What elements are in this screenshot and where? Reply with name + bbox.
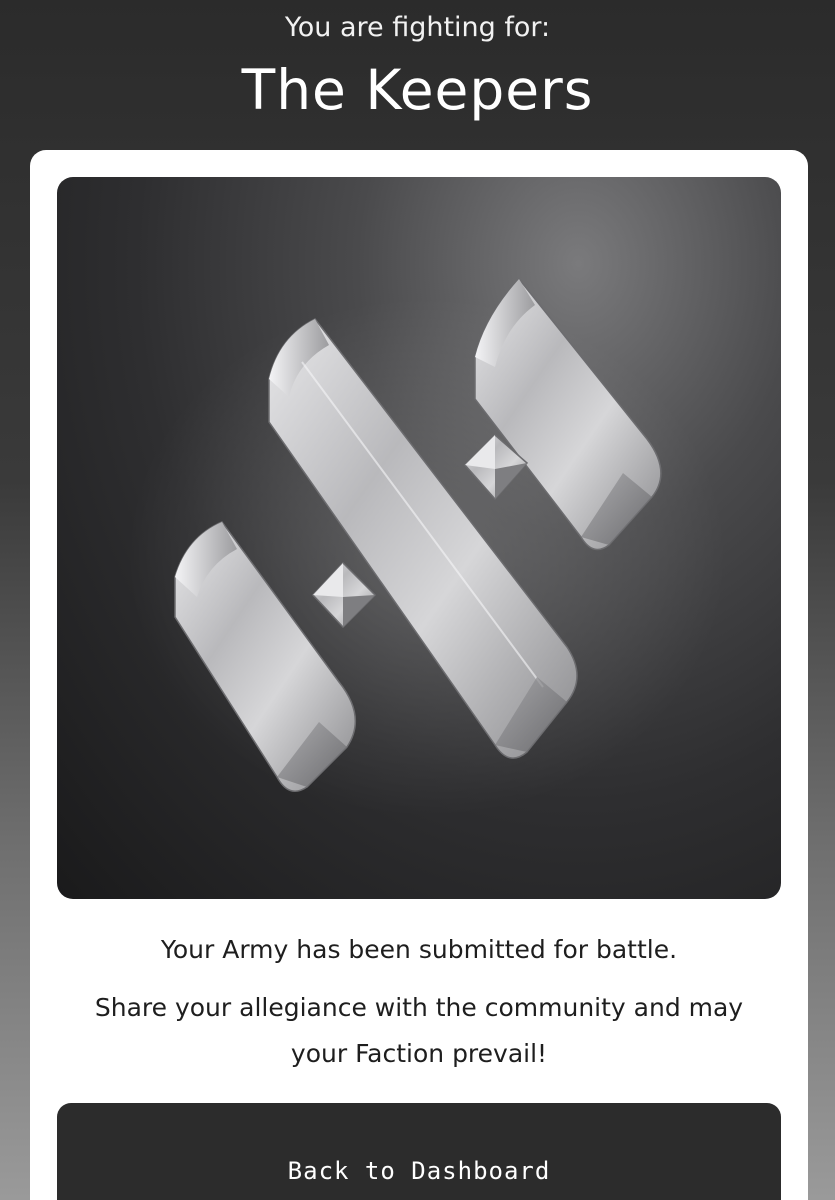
share-message: Share your allegiance with the community… <box>94 993 744 1068</box>
emblem-graphic <box>127 277 727 817</box>
back-to-dashboard-button[interactable]: Back to Dashboard <box>57 1103 781 1200</box>
fighting-for-label: You are fighting for: <box>284 12 551 43</box>
faction-emblem-icon <box>57 177 781 899</box>
confirmation-card: Your Army has been submitted for battle.… <box>30 150 808 1200</box>
submission-message: Your Army has been submitted for battle. <box>160 935 678 964</box>
faction-title: The Keepers <box>241 58 594 122</box>
